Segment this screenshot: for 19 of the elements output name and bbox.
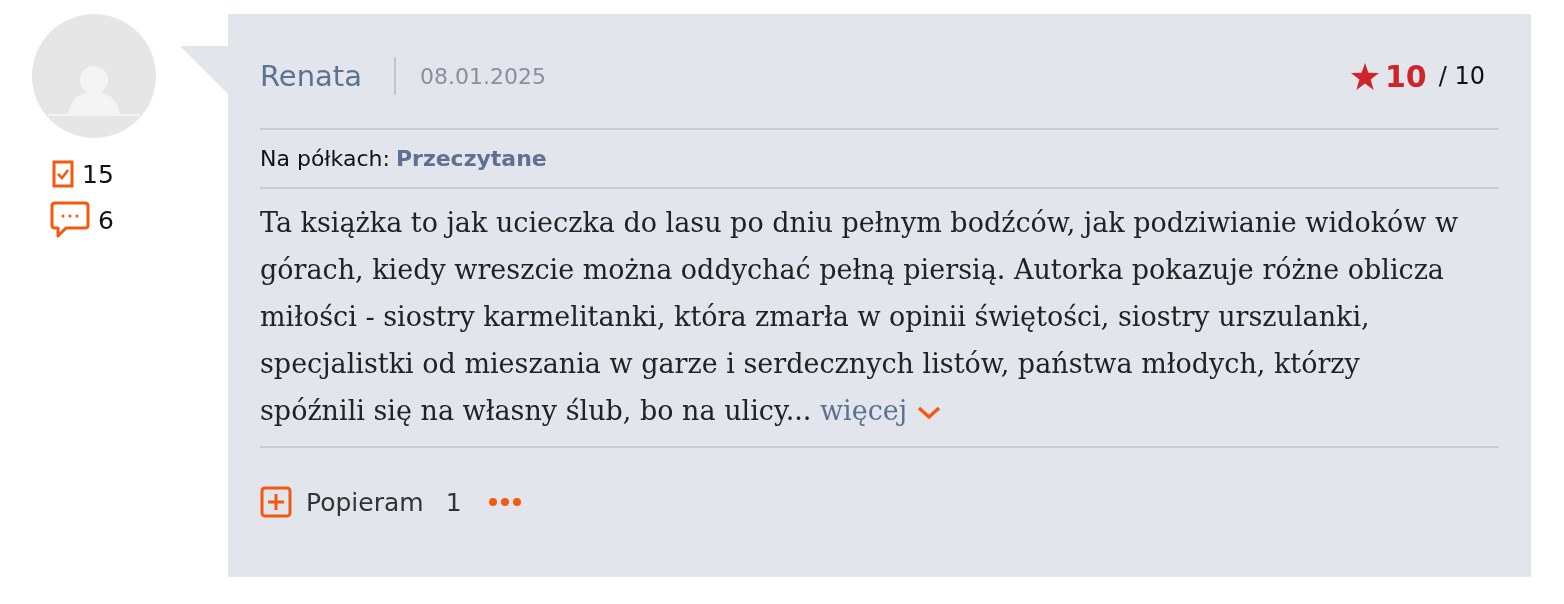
review-date: 08.01.2025: [420, 63, 546, 89]
checkbox-icon: [52, 160, 74, 188]
chevron-down-icon: [915, 404, 942, 421]
comment-count: 6: [98, 205, 114, 235]
comment-icon: [50, 201, 90, 239]
more-link[interactable]: więcej: [820, 395, 942, 426]
shelf-link[interactable]: Przeczytane: [395, 146, 547, 171]
rating-score: 10: [1385, 58, 1427, 94]
support-count: 1: [445, 487, 462, 517]
read-count: 15: [82, 159, 114, 189]
plus-icon: [260, 486, 292, 518]
more-options-icon[interactable]: [487, 497, 522, 507]
shelves-label: Na półkach:: [260, 146, 390, 171]
support-button[interactable]: Popieram: [260, 486, 424, 518]
review-text: Ta książka to jak ucieczka do lasu po dniu pełnym bodźców, jak podziwianie widoków w górach, kiedy wreszcie można oddychać pełną piersią. Autorka pokazuje różne oblicza miłości - siostry karmelitanki, która zmarła w opinii świętości, siostry urszulanki, specjalistki od mieszania w garze i serdecznych listów, państwa młodych, którzy spóźnili się na własny ślub, bo na ulicy... więcej: [260, 189, 1499, 448]
star-icon: [1351, 62, 1379, 90]
author-link[interactable]: Renata: [260, 59, 362, 93]
rating-max: / 10: [1438, 62, 1485, 90]
avatar-icon: [32, 14, 156, 138]
